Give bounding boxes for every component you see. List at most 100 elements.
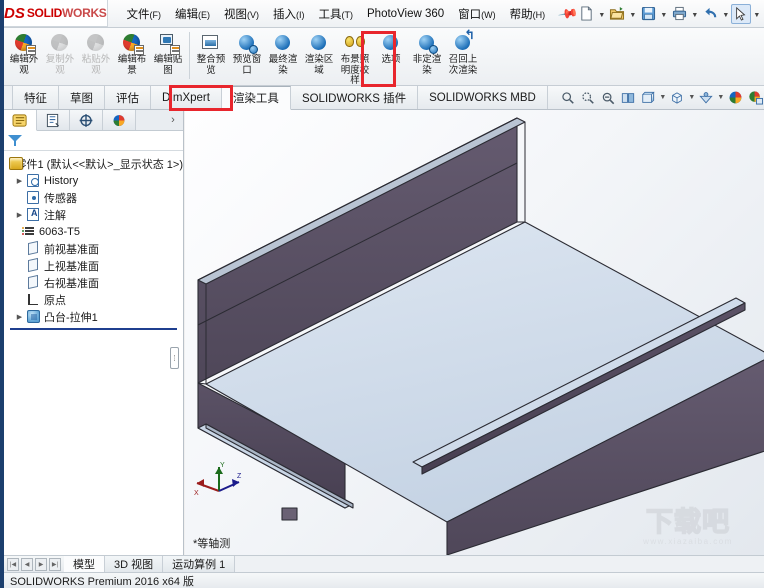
preview-window-button[interactable]: 预览窗口: [229, 28, 265, 82]
open-document-button[interactable]: [607, 4, 627, 24]
scheduled-render-button[interactable]: 非定渲染: [409, 28, 445, 82]
tree-item-history-label: History: [44, 174, 79, 187]
display-style-cube-icon[interactable]: [668, 88, 687, 107]
undo-button[interactable]: [700, 4, 720, 24]
tree-item-part-root[interactable]: 零件1 (默认<<默认>_显示状态 1>): [6, 155, 183, 172]
displaymanager-tab[interactable]: [103, 110, 136, 130]
doctab-3dviews[interactable]: 3D 视图: [105, 556, 164, 572]
configurationmanager-tab[interactable]: [70, 110, 103, 130]
feature-tree-filter[interactable]: [4, 131, 183, 151]
preview-window-icon: [236, 32, 258, 54]
new-document-caret-icon[interactable]: ▼: [597, 4, 606, 24]
render-options-button[interactable]: 选项: [373, 28, 409, 82]
tab-solidworks-addins[interactable]: SOLIDWORKS 插件: [290, 86, 419, 109]
copy-appearance-label: 复制外观: [45, 54, 75, 76]
scene-sphere-icon: [121, 32, 144, 55]
print-caret-icon[interactable]: ▼: [690, 4, 699, 24]
scheduled-render-label: 非定渲染: [412, 54, 442, 76]
tree-item-sensors[interactable]: 传感器: [6, 189, 183, 206]
chevron-right-icon[interactable]: ›: [163, 110, 183, 130]
view-orientation-icon[interactable]: [639, 88, 658, 107]
graphics-viewport[interactable]: X Y Z *等轴测 下载吧 www.xiazaiba.com: [185, 110, 764, 555]
menu-help[interactable]: 帮助(H): [503, 3, 553, 25]
select-button[interactable]: [731, 3, 752, 24]
illumination-proof-button[interactable]: 布景照明度校样: [337, 28, 373, 88]
expand-chevron-icon[interactable]: ▶: [14, 313, 25, 321]
view-heads-up-toolbar: ▼ ▼ ▼ ▼ ▼: [547, 86, 764, 109]
tab-solidworks-mbd[interactable]: SOLIDWORKS MBD: [418, 86, 548, 109]
integrated-preview-icon: [200, 32, 222, 54]
save-caret-icon[interactable]: ▼: [659, 4, 668, 24]
tab-nav-buttons: |◀ ◀ ▶ ▶|: [4, 556, 64, 572]
propertymanager-tab[interactable]: [37, 110, 70, 130]
tab-sketch[interactable]: 草图: [59, 86, 105, 109]
hide-show-caret-icon[interactable]: ▼: [717, 94, 725, 101]
edit-scene-button[interactable]: 编辑布景: [114, 28, 150, 82]
edit-decal-button[interactable]: 编辑贴图: [150, 28, 186, 82]
edit-appearance-button[interactable]: 编辑外观: [6, 28, 42, 82]
appearance-sphere-icon[interactable]: [726, 88, 745, 107]
next-tab-button[interactable]: ▶: [35, 557, 47, 571]
hide-show-eye-icon[interactable]: [697, 88, 716, 107]
svg-text:Y: Y: [220, 462, 225, 469]
menu-edit[interactable]: 编辑(E): [168, 3, 217, 25]
section-view-icon[interactable]: [619, 88, 638, 107]
save-button[interactable]: [638, 4, 658, 24]
tree-item-boss-extrude1[interactable]: ▶ 凸台-拉伸1: [6, 308, 183, 325]
tree-item-top-plane[interactable]: 上视基准面: [6, 257, 183, 274]
integrated-preview-button[interactable]: 整合预览: [193, 28, 229, 82]
final-render-button[interactable]: 最终渲染: [265, 28, 301, 82]
edit-scene-label: 编辑布景: [117, 54, 147, 76]
featuremanager-tab[interactable]: [4, 110, 37, 131]
menu-tools[interactable]: 工具(T): [312, 3, 361, 25]
print-button[interactable]: [669, 4, 689, 24]
doctab-model[interactable]: 模型: [64, 556, 105, 572]
menu-insert[interactable]: 插入(I): [266, 3, 312, 25]
doctab-motionstudy1[interactable]: 运动算例 1: [163, 556, 236, 572]
tree-item-right-plane-label: 右视基准面: [44, 277, 99, 290]
display-style-caret-icon[interactable]: ▼: [688, 94, 696, 101]
model-3d-view[interactable]: [185, 110, 764, 555]
tree-item-material[interactable]: 6063-T5: [6, 223, 183, 240]
zoom-area-icon[interactable]: [579, 88, 598, 107]
tab-features[interactable]: 特征: [12, 86, 59, 109]
tree-item-front-plane[interactable]: 前视基准面: [6, 240, 183, 257]
rollback-bar[interactable]: [10, 328, 177, 330]
tab-dimxpert[interactable]: DimXpert: [151, 86, 222, 109]
menu-window[interactable]: 窗口(W): [451, 3, 503, 25]
new-document-button[interactable]: [576, 4, 596, 24]
tab-evaluate[interactable]: 评估: [105, 86, 151, 109]
menu-file[interactable]: 文件(F): [120, 3, 169, 25]
paste-appearance-label: 粘贴外观: [81, 54, 111, 76]
copy-appearance-button[interactable]: 复制外观: [42, 28, 78, 82]
render-region-button[interactable]: 渲染区域: [301, 28, 337, 82]
select-caret-icon[interactable]: ▼: [752, 4, 761, 24]
open-document-caret-icon[interactable]: ▼: [628, 4, 637, 24]
quick-access-toolbar: ▼ ▼ ▼ ▼ ▼ ▼: [576, 3, 764, 24]
tree-item-origin[interactable]: 原点: [6, 291, 183, 308]
menu-photoview360[interactable]: PhotoView 360: [360, 5, 451, 23]
zoom-fit-icon[interactable]: [559, 88, 578, 107]
rollback-handle[interactable]: ⁞: [170, 347, 179, 369]
solidworks-logo: DS SOLIDWORKS: [4, 0, 108, 27]
tree-item-annotations-label: 注解: [44, 209, 66, 222]
undo-caret-icon[interactable]: ▼: [721, 4, 730, 24]
origin-icon: [25, 292, 41, 307]
recall-render-button[interactable]: 召回上次渲染: [445, 27, 481, 82]
view-orientation-caret-icon[interactable]: ▼: [659, 94, 667, 101]
plane-icon: [25, 257, 41, 273]
last-tab-button[interactable]: ▶|: [49, 557, 61, 571]
tree-item-history[interactable]: ▶ History: [6, 172, 183, 189]
tab-render-tools[interactable]: 渲染工具: [221, 86, 291, 110]
paste-appearance-button[interactable]: 粘贴外观: [78, 28, 114, 82]
first-tab-button[interactable]: |◀: [7, 557, 19, 571]
tree-item-right-plane[interactable]: 右视基准面: [6, 274, 183, 291]
previous-tab-button[interactable]: ◀: [21, 557, 33, 571]
expand-chevron-icon[interactable]: ▶: [14, 177, 25, 185]
previous-view-icon[interactable]: [599, 88, 618, 107]
tree-item-annotations[interactable]: ▶ 注解: [6, 206, 183, 223]
expand-chevron-icon[interactable]: ▶: [14, 211, 25, 219]
copy-appearance-icon: [49, 32, 71, 54]
apply-scene-icon[interactable]: [746, 88, 764, 107]
menu-view[interactable]: 视图(V): [217, 3, 266, 25]
